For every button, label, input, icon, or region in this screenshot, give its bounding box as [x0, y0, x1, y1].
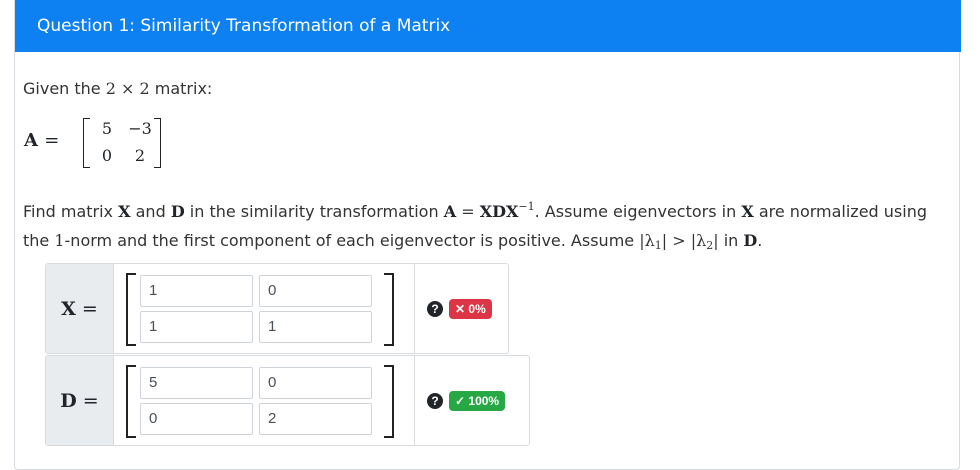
help-circle-icon[interactable]: ?	[427, 300, 443, 317]
instr-part: -norm and the first component of each ei…	[64, 231, 640, 250]
instr-math: XDX	[479, 202, 519, 221]
d-input-r2c2[interactable]: 2	[259, 403, 372, 435]
question-header: Question 1: Similarity Transformation of…	[15, 0, 961, 52]
answer-d-equals: =	[82, 389, 99, 412]
instr-math: X	[741, 202, 754, 221]
answer-d-feedback: ? ✓ 100%	[414, 356, 531, 445]
instr-math: X	[118, 202, 131, 221]
instr-math-sub: 1	[654, 239, 662, 252]
x-input-r1c1[interactable]: 1	[140, 275, 253, 307]
answer-x-label: X =	[46, 264, 114, 353]
answer-d-symbol: D	[60, 389, 77, 412]
instr-math: |λ	[639, 231, 655, 250]
help-circle-icon[interactable]: ?	[427, 392, 443, 409]
matrix-a-equals: =	[44, 130, 60, 151]
instr-part: in	[718, 231, 744, 250]
answer-d-left-bracket	[126, 365, 136, 438]
instr-math: A	[443, 202, 457, 221]
answer-d-right-bracket	[384, 365, 394, 438]
given-suffix: matrix:	[149, 79, 213, 98]
answer-d-group: D = 5 0 0 2 ? ✓ 100%	[45, 355, 530, 446]
instr-math: 1	[54, 231, 65, 250]
instruction-text: Find matrix X and D in the similarity tr…	[23, 192, 938, 260]
instr-part: .	[757, 231, 763, 250]
answer-x-matrix: 1 0 1 1	[114, 264, 414, 353]
instr-math: =	[456, 202, 480, 221]
x-input-r2c1[interactable]: 1	[140, 311, 253, 343]
question-title: Question 1: Similarity Transformation of…	[37, 16, 451, 36]
instr-math: >	[667, 231, 691, 250]
matrix-a-cell: 0	[101, 146, 113, 165]
instr-math-sup: −1	[518, 200, 535, 213]
answer-x-equals: =	[81, 297, 98, 320]
d-input-r1c1[interactable]: 5	[140, 367, 253, 399]
d-input-r1c2[interactable]: 0	[259, 367, 372, 399]
answer-x-right-bracket	[384, 273, 394, 346]
matrix-a-cell: 2	[134, 146, 146, 165]
answer-d-label: D =	[46, 356, 114, 445]
given-dims: 2 × 2	[105, 79, 150, 98]
given-text: Given the 2 × 2 matrix:	[23, 79, 212, 98]
answer-x-feedback: ? ✕ 0%	[414, 264, 510, 353]
matrix-a-cell: 5	[101, 119, 113, 138]
score-badge-incorrect: ✕ 0%	[449, 298, 492, 319]
x-input-r2c2[interactable]: 1	[259, 311, 372, 343]
answer-x-group: X = 1 0 1 1 ? ✕ 0%	[45, 263, 509, 354]
d-input-r2c1[interactable]: 0	[140, 403, 253, 435]
x-input-r1c2[interactable]: 0	[259, 275, 372, 307]
matrix-a-label: A =	[24, 130, 59, 151]
instr-part: in the similarity transformation	[184, 202, 444, 221]
matrix-a-right-bracket	[154, 118, 161, 168]
score-badge-correct: ✓ 100%	[449, 390, 506, 411]
instr-math: |λ	[690, 231, 707, 250]
instr-math: D	[743, 231, 758, 250]
instr-math: D	[170, 202, 185, 221]
instr-part: and	[130, 202, 171, 221]
answer-d-matrix: 5 0 0 2	[114, 356, 414, 445]
matrix-a-cell: −3	[128, 119, 152, 138]
instr-part: Find matrix	[23, 202, 119, 221]
instr-part: . Assume eigenvectors in	[534, 202, 742, 221]
answer-x-symbol: X	[61, 297, 76, 320]
matrix-a-name: A	[24, 130, 38, 151]
answer-x-left-bracket	[126, 273, 136, 346]
matrix-a-left-bracket	[83, 118, 90, 168]
given-prefix: Given the	[23, 79, 106, 98]
